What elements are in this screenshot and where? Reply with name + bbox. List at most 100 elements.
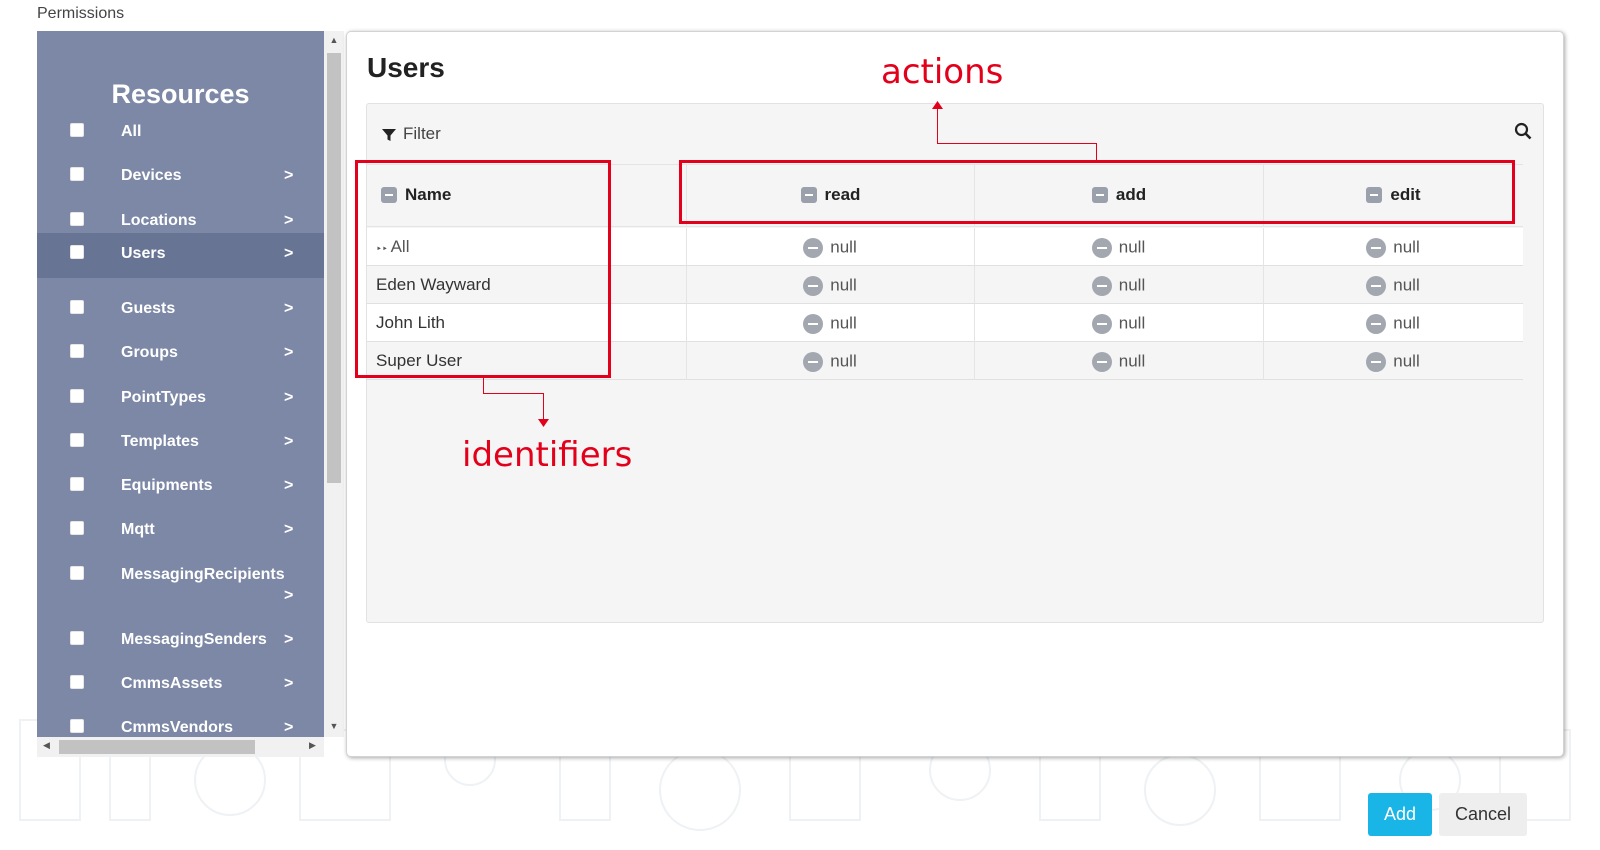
checkbox-icon[interactable] [70,167,84,181]
scroll-left-icon[interactable]: ◀ [43,740,50,751]
checkbox-icon[interactable] [70,433,84,447]
chevron-right-icon[interactable]: > [284,521,293,539]
permission-value: null [830,351,857,371]
scroll-right-icon[interactable]: ▶ [309,740,316,751]
identifiers-connector [483,393,543,394]
minus-circle-icon[interactable] [1091,351,1112,372]
checkbox-icon[interactable] [70,389,84,403]
chevron-right-icon[interactable]: > [284,212,293,230]
checkbox-icon[interactable] [70,521,84,535]
filter-bar[interactable]: Filter [367,104,1543,164]
scrollbar-thumb[interactable] [59,740,255,754]
chevron-right-icon[interactable]: > [284,631,293,649]
identifiers-connector [483,378,484,393]
minus-circle-icon[interactable] [1091,275,1112,296]
chevron-right-icon[interactable]: > [284,300,293,318]
checkbox-icon[interactable] [70,719,84,733]
identifiers-highlight-box [355,160,611,378]
chevron-right-icon[interactable]: > [284,675,293,693]
checkbox-icon[interactable] [70,566,84,580]
sidebar-item-label: PointTypes [121,389,207,406]
checkbox-icon[interactable] [70,300,84,314]
chevron-right-icon[interactable]: > [284,344,293,362]
chevron-right-icon[interactable]: > [284,719,293,737]
permission-value: null [1393,313,1420,333]
minus-circle-icon[interactable] [1366,351,1387,372]
permission-value: null [1118,313,1146,333]
sidebar-item-pointtypes[interactable]: PointTypes > [37,377,324,422]
scroll-up-icon[interactable]: ▲ [324,35,344,45]
add-button[interactable]: Add [1368,793,1432,836]
minus-circle-icon[interactable] [1091,237,1112,258]
sidebar-item-all[interactable]: All [37,111,324,156]
filter-label: Filter [403,124,441,143]
minus-circle-icon[interactable] [803,237,824,258]
chevron-right-icon[interactable]: > [284,477,293,495]
permission-cell-add[interactable]: null [974,351,1263,389]
sidebar-item-cmmsassets[interactable]: CmmsAssets > [37,663,324,708]
minus-circle-icon[interactable] [1366,313,1387,334]
actions-connector [937,143,1097,144]
minus-circle-icon[interactable] [803,313,824,334]
sidebar-title: Resources [111,79,250,109]
chevron-right-icon[interactable]: > [284,389,293,407]
sidebar-item-label: Groups [121,344,178,361]
sidebar-item-cmmsvendors[interactable]: CmmsVendors > [37,707,324,737]
sidebar-item-label: All [121,123,142,140]
chevron-right-icon[interactable]: > [284,245,293,263]
funnel-icon [382,129,396,141]
checkbox-icon[interactable] [70,344,84,358]
permission-value: null [1393,275,1420,295]
sidebar-item-label: CmmsVendors [121,719,234,736]
scroll-down-icon[interactable]: ▼ [324,721,344,731]
checkbox-icon[interactable] [70,675,84,689]
permission-value: null [830,237,857,257]
checkbox-icon[interactable] [70,245,84,259]
sidebar-item-devices[interactable]: Devices > [37,155,324,200]
permission-value: null [830,275,857,295]
minus-circle-icon[interactable] [803,275,824,296]
sidebar-item-mqtt[interactable]: Mqtt > [37,509,324,554]
sidebar-item-groups[interactable]: Groups > [37,332,324,377]
permission-value: null [1393,351,1420,371]
chevron-right-icon[interactable]: > [284,433,293,451]
sidebar-item-equipments[interactable]: Equipments > [37,465,324,510]
sidebar-item-messagingrecipients[interactable]: MessagingRecipients > [37,554,324,616]
panel-title: Users [367,52,445,83]
sidebar-item-guests[interactable]: Guests > [37,288,324,333]
sidebar-item-label: MessagingSenders [121,631,267,648]
chevron-right-icon[interactable]: > [284,167,293,185]
actions-highlight-box [679,160,1515,224]
sidebar-item-label: MessagingRecipients [121,566,285,583]
sidebar-horizontal-scrollbar[interactable]: ◀ ▶ [37,737,324,757]
checkbox-icon[interactable] [70,477,84,491]
search-icon[interactable] [1514,122,1532,140]
permission-cell-read[interactable]: null [686,351,974,389]
sidebar-item-label: Devices [121,167,182,184]
permission-value: null [1118,237,1146,257]
scrollbar-thumb[interactable] [327,53,341,483]
permission-cell-edit[interactable]: null [1263,351,1523,389]
minus-circle-icon[interactable] [1366,237,1387,258]
minus-circle-icon[interactable] [1091,313,1112,334]
sidebar-item-templates[interactable]: Templates > [37,421,324,466]
sidebar-item-label: Equipments [121,477,213,494]
sidebar-item-label: Guests [121,300,176,317]
arrow-down-icon [538,419,549,427]
permission-value: null [1393,237,1420,257]
minus-circle-icon[interactable] [803,351,824,372]
permission-value: null [830,313,857,333]
dialog-title: Permissions [37,5,125,22]
checkbox-icon[interactable] [70,631,84,645]
sidebar-vertical-scrollbar[interactable]: ▲ ▼ [324,31,344,737]
sidebar-item-messagingsenders[interactable]: MessagingSenders > [37,619,324,664]
minus-circle-icon[interactable] [1366,275,1387,296]
identifiers-annotation: identifiers [462,435,633,475]
actions-connector [937,107,938,143]
checkbox-icon[interactable] [70,123,84,137]
checkbox-icon[interactable] [70,212,84,226]
sidebar-item-label: Users [121,245,166,262]
cancel-button[interactable]: Cancel [1439,793,1527,836]
chevron-right-icon[interactable]: > [284,587,293,605]
sidebar-item-users[interactable]: Users > [37,233,324,278]
